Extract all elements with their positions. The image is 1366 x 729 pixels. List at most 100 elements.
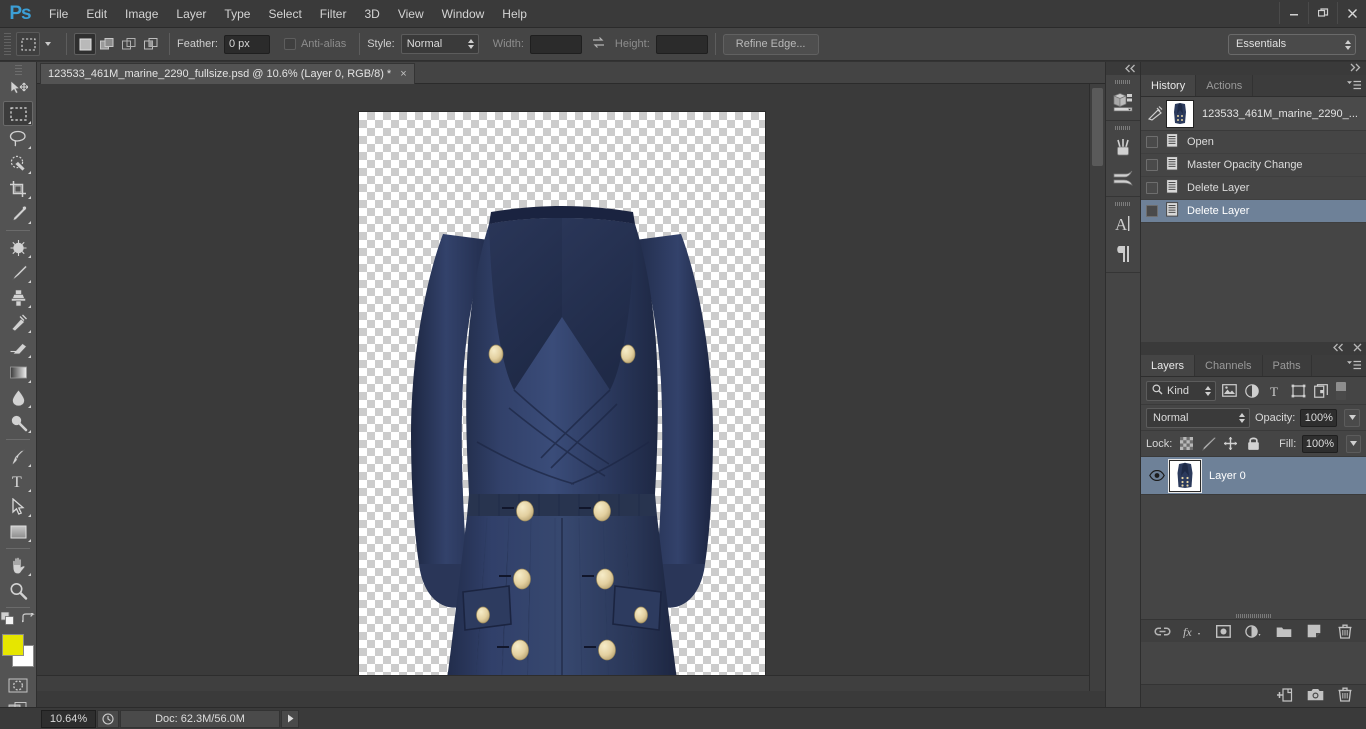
dodge-tool[interactable] <box>3 410 33 435</box>
feather-input[interactable]: 0 px <box>223 34 270 54</box>
menu-window[interactable]: Window <box>433 0 494 28</box>
canvas-vertical-scrollbar[interactable] <box>1089 84 1105 691</box>
brush-icon[interactable] <box>1106 163 1140 193</box>
history-state-row[interactable]: Open <box>1141 131 1366 154</box>
document-size-info[interactable]: Doc: 62.3M/56.0M <box>120 709 280 728</box>
clone-stamp-tool[interactable] <box>3 285 33 310</box>
quick-mask-mode-icon[interactable] <box>7 676 29 694</box>
quick-selection-tool[interactable] <box>3 151 33 176</box>
type-layer-filter-icon[interactable]: T <box>1265 381 1285 401</box>
minimize-icon[interactable] <box>1279 2 1308 24</box>
dock-group-grip[interactable] <box>1115 199 1131 208</box>
anti-alias-checkbox[interactable] <box>283 38 296 50</box>
gradient-tool[interactable] <box>3 360 33 385</box>
crop-tool[interactable] <box>3 176 33 201</box>
pixel-layer-filter-icon[interactable] <box>1219 381 1239 401</box>
rectangular-marquee-tool[interactable] <box>3 101 33 126</box>
artboard[interactable] <box>359 112 765 691</box>
tab-actions[interactable]: Actions <box>1196 75 1254 96</box>
lock-transparent-pixels-icon[interactable] <box>1178 435 1194 452</box>
style-select[interactable]: Normal <box>400 34 479 54</box>
tab-paths[interactable]: Paths <box>1263 355 1312 376</box>
tab-channels[interactable]: Channels <box>1195 355 1263 376</box>
move-tool[interactable] <box>3 76 33 101</box>
history-state-row-selected[interactable]: Delete Layer <box>1141 200 1366 223</box>
width-input[interactable] <box>529 34 582 54</box>
dock-collapse-button[interactable] <box>1106 62 1140 75</box>
panel-menu-icon[interactable] <box>1347 360 1361 371</box>
brush-tool[interactable] <box>3 260 33 285</box>
tool-preset-chevron-down-icon[interactable] <box>45 42 51 46</box>
menu-edit[interactable]: Edit <box>77 0 116 28</box>
link-layers-icon[interactable] <box>1152 622 1172 640</box>
zoom-tool[interactable] <box>3 578 33 603</box>
height-input[interactable] <box>655 34 708 54</box>
menu-type[interactable]: Type <box>215 0 259 28</box>
layer-visibility-icon[interactable] <box>1145 470 1169 481</box>
layer-row[interactable]: Layer 0 <box>1141 457 1366 495</box>
marquee-icon[interactable] <box>16 32 40 56</box>
lasso-tool[interactable] <box>3 126 33 151</box>
zoom-level-input[interactable]: 10.64% <box>41 709 96 728</box>
opacity-input[interactable]: 100% <box>1300 408 1338 427</box>
character-panel-icon[interactable]: A <box>1106 209 1140 239</box>
filter-toggle-switch[interactable] <box>1336 381 1346 400</box>
swap-dimensions-icon[interactable] <box>592 36 605 52</box>
history-state-row[interactable]: Delete Layer <box>1141 177 1366 200</box>
play-arrow-icon[interactable] <box>281 709 299 728</box>
history-state-checkbox[interactable] <box>1146 205 1158 217</box>
blur-tool[interactable] <box>3 385 33 410</box>
delete-state-icon[interactable] <box>1338 687 1352 705</box>
rectangle-tool[interactable] <box>3 519 33 544</box>
fill-chevron-down-icon[interactable] <box>1345 434 1362 453</box>
default-colors-icon[interactable] <box>0 611 14 628</box>
history-brush-source-icon[interactable] <box>1146 106 1166 121</box>
close-document-icon[interactable]: × <box>400 68 406 80</box>
collapse-icon[interactable] <box>1332 343 1345 355</box>
restore-icon[interactable] <box>1308 2 1337 24</box>
menu-help[interactable]: Help <box>493 0 536 28</box>
scrollbar-thumb[interactable] <box>1092 88 1103 166</box>
lock-position-icon[interactable] <box>1223 435 1239 452</box>
add-to-selection-icon[interactable] <box>96 33 118 55</box>
menu-file[interactable]: File <box>40 0 77 28</box>
expand-panels-icon[interactable] <box>1349 63 1362 75</box>
dock-group-grip[interactable] <box>1115 123 1131 132</box>
eraser-tool[interactable] <box>3 335 33 360</box>
fill-input[interactable]: 100% <box>1302 434 1338 453</box>
smart-object-filter-icon[interactable] <box>1311 381 1331 401</box>
menu-layer[interactable]: Layer <box>167 0 215 28</box>
intersect-with-selection-icon[interactable] <box>140 33 162 55</box>
delete-layer-icon[interactable] <box>1335 622 1355 640</box>
adjustment-layer-filter-icon[interactable] <box>1242 381 1262 401</box>
history-state-checkbox[interactable] <box>1146 159 1158 171</box>
subtract-from-selection-icon[interactable] <box>118 33 140 55</box>
swap-colors-icon[interactable] <box>20 611 35 628</box>
timing-icon[interactable] <box>97 709 119 728</box>
close-icon[interactable] <box>1337 2 1366 24</box>
canvas-horizontal-scrollbar[interactable] <box>37 675 1089 691</box>
pen-tool[interactable] <box>3 444 33 469</box>
horizontal-type-tool[interactable]: T <box>3 469 33 494</box>
foreground-color-swatch[interactable] <box>2 634 24 656</box>
eyedropper-tool[interactable] <box>3 201 33 226</box>
layer-mask-icon[interactable] <box>1213 622 1233 640</box>
paragraph-panel-icon[interactable] <box>1106 239 1140 269</box>
layer-style-icon[interactable]: fx <box>1183 622 1203 640</box>
lock-image-pixels-icon[interactable] <box>1201 435 1217 452</box>
path-selection-tool[interactable] <box>3 494 33 519</box>
shape-layer-filter-icon[interactable] <box>1288 381 1308 401</box>
workspace-select[interactable]: Essentials <box>1228 34 1356 55</box>
close-icon[interactable] <box>1353 343 1362 355</box>
menu-filter[interactable]: Filter <box>311 0 356 28</box>
mini-bridge-icon[interactable] <box>1106 87 1140 117</box>
layer-group-icon[interactable] <box>1274 622 1294 640</box>
new-layer-icon[interactable] <box>1304 622 1324 640</box>
history-state-row[interactable]: Master Opacity Change <box>1141 154 1366 177</box>
tab-layers[interactable]: Layers <box>1141 355 1196 376</box>
menu-3d[interactable]: 3D <box>355 0 388 28</box>
menu-view[interactable]: View <box>389 0 433 28</box>
history-brush-tool[interactable] <box>3 310 33 335</box>
adjustment-layer-icon[interactable] <box>1243 622 1263 640</box>
new-selection-icon[interactable] <box>74 33 96 55</box>
